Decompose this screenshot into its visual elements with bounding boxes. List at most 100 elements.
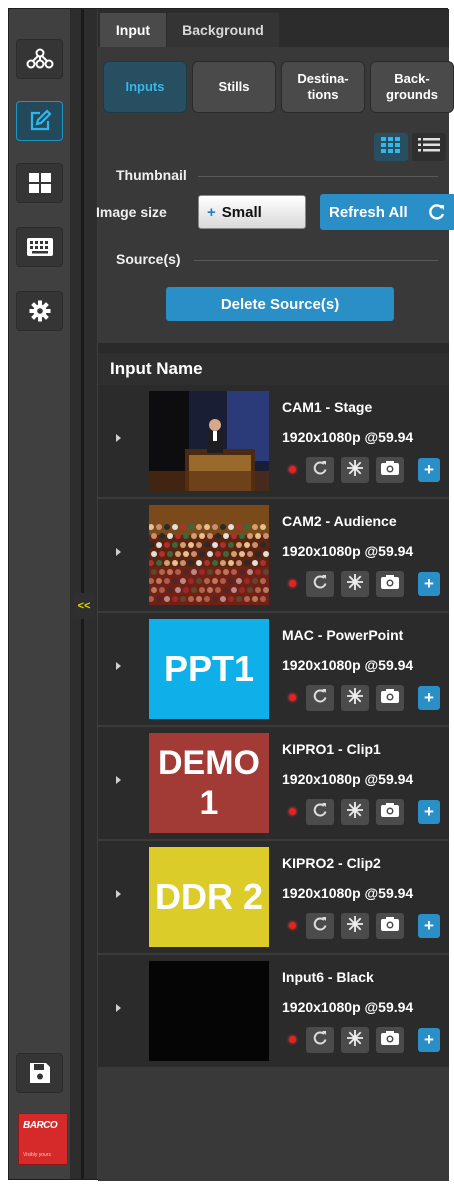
input-thumbnail: DDR 2 [149,847,269,947]
input-name: Input6 - Black [282,969,374,985]
logo-text: BARCO [23,1120,58,1131]
tab-bar: Input Background [98,9,449,47]
network-icon [25,48,55,70]
add-to-layer-button[interactable]: + [418,1028,440,1052]
settings-button[interactable] [16,291,63,331]
layout-button[interactable] [16,163,63,203]
refresh-icon [428,203,446,225]
refresh-thumbnail-button[interactable] [306,1027,334,1053]
snowflake-icon [346,687,364,710]
snowflake-icon [346,573,364,596]
snowflake-icon [346,915,364,938]
add-to-layer-button[interactable]: + [418,686,440,710]
keyboard-icon [26,237,54,257]
camera-icon [380,802,400,823]
tab-input[interactable]: Input [100,13,166,47]
status-led [289,694,296,701]
input-row[interactable]: CAM2 - Audience 1920x1080p @59.94 + [98,499,449,613]
plus-icon: + [424,460,434,479]
freeze-button[interactable] [341,913,369,939]
status-led [289,466,296,473]
input-row[interactable]: Input6 - Black 1920x1080p @59.94 + [98,955,449,1069]
freeze-button[interactable] [341,457,369,483]
refresh-all-label: Refresh All [329,203,408,221]
input-row[interactable]: DDR 2 KIPRO2 - Clip2 1920x1080p @59.94 + [98,841,449,955]
input-name: KIPRO2 - Clip2 [282,855,381,871]
refresh-thumbnail-button[interactable] [306,571,334,597]
refresh-all-button[interactable]: Refresh All [320,194,454,230]
category-inputs[interactable]: Inputs [103,61,187,113]
keyboard-button[interactable] [16,227,63,267]
snapshot-button[interactable] [376,1027,404,1053]
add-to-layer-button[interactable]: + [418,458,440,482]
thumbnail-text: DEMO 1 [158,744,260,822]
input-name-column-header[interactable]: Input Name [98,353,449,385]
snapshot-button[interactable] [376,913,404,939]
expand-arrow-icon[interactable] [116,776,121,784]
category-backgrounds[interactable]: Back- grounds [370,61,454,113]
snowflake-icon [346,1029,364,1052]
snapshot-button[interactable] [376,571,404,597]
list-view-icon [418,137,440,158]
refresh-thumbnail-button[interactable] [306,685,334,711]
edit-icon [28,109,52,133]
list-divider [98,343,449,353]
category-destinations[interactable]: Destina- tions [281,61,365,113]
input-row[interactable]: PPT1 MAC - PowerPoint 1920x1080p @59.94 + [98,613,449,727]
edit-button[interactable] [16,101,63,141]
snapshot-button[interactable] [376,799,404,825]
refresh-thumbnail-button[interactable] [306,457,334,483]
expand-arrow-icon[interactable] [116,434,121,442]
layout-grid-icon [28,172,52,194]
input-format: 1920x1080p @59.94 [282,429,414,445]
image-size-select[interactable]: + Small [198,195,306,229]
freeze-button[interactable] [341,1027,369,1053]
main-panel: Input Background Inputs Stills Destina- … [96,9,454,1181]
input-thumbnail: PPT1 [149,619,269,719]
add-to-layer-button[interactable]: + [418,572,440,596]
plus-icon: + [424,1030,434,1049]
network-button[interactable] [16,39,63,79]
refresh-icon [312,574,328,595]
save-button[interactable] [16,1053,63,1093]
list-view-button[interactable] [412,133,446,161]
snapshot-button[interactable] [376,685,404,711]
refresh-icon [312,1030,328,1051]
input-row[interactable]: DEMO 1 KIPRO1 - Clip1 1920x1080p @59.94 + [98,727,449,841]
thumbnail-text: DDR 2 [154,876,264,917]
add-to-layer-button[interactable]: + [418,800,440,824]
status-led [289,922,296,929]
refresh-thumbnail-button[interactable] [306,799,334,825]
expand-arrow-icon[interactable] [116,1004,121,1012]
status-led [289,580,296,587]
input-row[interactable]: CAM1 - Stage 1920x1080p @59.94 + [98,385,449,499]
grid-view-button[interactable] [374,133,408,161]
freeze-button[interactable] [341,799,369,825]
plus-icon: + [424,688,434,707]
expand-arrow-icon[interactable] [116,548,121,556]
collapse-panel-button[interactable]: << [73,593,95,619]
refresh-icon [312,688,328,709]
freeze-button[interactable] [341,685,369,711]
refresh-thumbnail-button[interactable] [306,913,334,939]
input-name: CAM1 - Stage [282,399,373,415]
input-format: 1920x1080p @59.94 [282,885,414,901]
tab-background[interactable]: Background [167,13,279,47]
refresh-icon [312,460,328,481]
left-toolbar: BARCO Visibly yours [9,9,71,1179]
freeze-button[interactable] [341,571,369,597]
plus-icon: + [424,802,434,821]
logo-tagline: Visibly yours [23,1152,51,1158]
delete-sources-button[interactable]: Delete Source(s) [166,287,394,321]
input-format: 1920x1080p @59.94 [282,657,414,673]
add-to-layer-button[interactable]: + [418,914,440,938]
snowflake-icon [346,801,364,824]
snowflake-icon [346,459,364,482]
category-stills[interactable]: Stills [192,61,276,113]
snapshot-button[interactable] [376,457,404,483]
input-name: CAM2 - Audience [282,513,397,529]
input-name: KIPRO1 - Clip1 [282,741,381,757]
expand-arrow-icon[interactable] [116,662,121,670]
expand-arrow-icon[interactable] [116,890,121,898]
input-format: 1920x1080p @59.94 [282,543,414,559]
